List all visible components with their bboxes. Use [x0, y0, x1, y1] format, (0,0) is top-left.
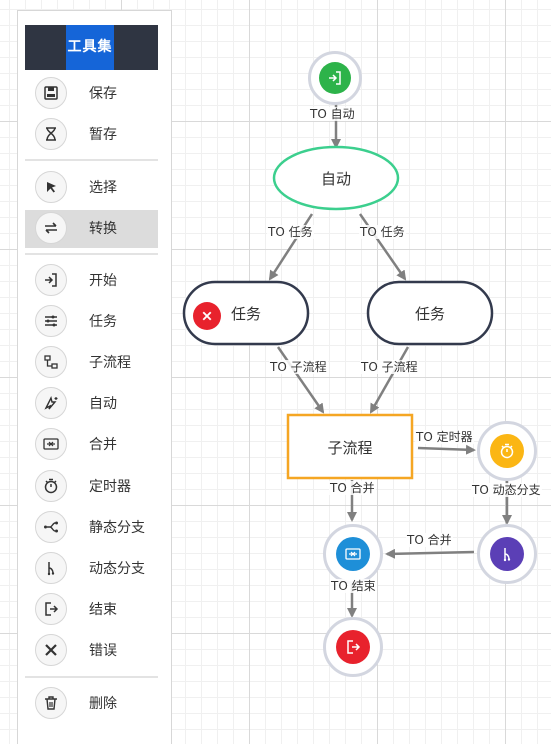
subprocess-label: 子流程	[327, 439, 373, 457]
edge-label-task-right-sub: TO 子流程	[360, 360, 419, 374]
tool-select[interactable]: 选择	[25, 169, 158, 207]
dynamic-branch-icon	[47, 562, 55, 576]
tool-label: 转换	[89, 221, 117, 237]
merge-node[interactable]	[323, 524, 383, 584]
tool-label: 定时器	[89, 479, 131, 495]
timer-icon	[44, 478, 58, 494]
tool-start[interactable]: 开始	[25, 262, 158, 300]
error-icon	[45, 644, 57, 656]
task-right-label: 任务	[414, 305, 445, 323]
edge-label-task-left-sub: TO 子流程	[269, 360, 328, 374]
tool-temp-save[interactable]: 暂存	[25, 116, 158, 154]
tool-label: 任务	[89, 314, 117, 330]
timer-node[interactable]	[477, 421, 537, 481]
tool-transfer[interactable]: 转换	[25, 210, 158, 248]
tool-label: 静态分支	[89, 520, 145, 536]
dynamic-branch-icon	[490, 537, 524, 571]
tool-label: 动态分支	[89, 561, 145, 577]
edge-task-left-sub[interactable]	[276, 346, 325, 414]
tool-task[interactable]: 任务	[25, 303, 158, 341]
tool-error[interactable]: 错误	[25, 632, 158, 670]
task-left-label: 任务	[230, 305, 261, 323]
start-icon	[45, 273, 57, 287]
edge-auto-task-right[interactable]	[358, 213, 407, 281]
merge-icon	[43, 438, 59, 450]
toolbox-divider	[25, 159, 158, 161]
error-badge-icon[interactable]	[193, 302, 221, 330]
edge-label-timer-dynamic: TO 动态分支	[471, 483, 542, 497]
tool-label: 错误	[89, 643, 117, 659]
edge-label-sub-timer: TO 定时器	[415, 430, 474, 444]
edge-dynamic-merge[interactable]	[385, 548, 475, 559]
pointer-icon	[47, 182, 56, 193]
start-node[interactable]	[308, 51, 362, 105]
tool-timer[interactable]: 定时器	[25, 468, 158, 506]
tool-delete[interactable]: 删除	[25, 685, 158, 723]
edge-auto-task-left[interactable]	[268, 213, 314, 281]
toolbox-title: 工具集	[66, 25, 114, 70]
tool-label: 结束	[89, 602, 117, 618]
toolbox-header: 工具集	[25, 25, 158, 70]
tool-end[interactable]: 结束	[25, 591, 158, 629]
dynamic-branch-node[interactable]	[477, 524, 537, 584]
end-icon	[45, 602, 59, 616]
merge-icon	[336, 537, 370, 571]
tool-label: 暂存	[89, 127, 117, 143]
auto-icon	[44, 395, 58, 410]
delete-icon	[45, 696, 57, 710]
tool-label: 删除	[89, 696, 117, 712]
tool-label: 子流程	[89, 355, 131, 371]
tool-label: 选择	[89, 180, 117, 196]
toolbox-divider	[25, 676, 158, 678]
edge-label-auto-task-left: TO 任务	[267, 225, 314, 239]
static-branch-icon	[44, 521, 58, 533]
tool-subprocess[interactable]: 子流程	[25, 344, 158, 382]
tool-label: 合并	[89, 437, 117, 453]
save-icon	[44, 86, 58, 100]
auto-node-label: 自动	[320, 170, 351, 188]
transfer-icon	[45, 222, 57, 234]
edge-label-merge-end: TO 结束	[330, 579, 377, 593]
hourglass-icon	[46, 127, 56, 141]
tool-label: 开始	[89, 273, 117, 289]
end-node[interactable]	[323, 617, 383, 677]
tool-label: 自动	[89, 396, 117, 412]
edge-label-sub-merge: TO 合并	[329, 481, 376, 495]
tool-merge[interactable]: 合并	[25, 426, 158, 464]
tool-save[interactable]: 保存	[25, 75, 158, 113]
edge-label-auto-task-right: TO 任务	[359, 225, 406, 239]
tool-auto[interactable]: 自动	[25, 385, 158, 423]
edge-sub-timer[interactable]	[417, 444, 476, 455]
edge-task-right-sub[interactable]	[369, 346, 410, 414]
timer-icon	[490, 434, 524, 468]
subprocess-icon	[44, 355, 58, 369]
tool-dynamic-branch[interactable]: 动态分支	[25, 550, 158, 588]
edge-label-dynamic-merge: TO 合并	[406, 533, 453, 547]
task-icon	[45, 315, 57, 327]
toolbox-divider	[25, 253, 158, 255]
tool-static-branch[interactable]: 静态分支	[25, 509, 158, 547]
start-icon	[319, 62, 351, 94]
tool-label: 保存	[89, 86, 117, 102]
end-icon	[336, 630, 370, 664]
toolbox-panel: 工具集 保存 暂存 选择 转换 开始 任务 子流程 自动 合并 定时器 静态分支…	[17, 10, 172, 744]
edge-label-start-auto: TO 自动	[309, 107, 356, 121]
